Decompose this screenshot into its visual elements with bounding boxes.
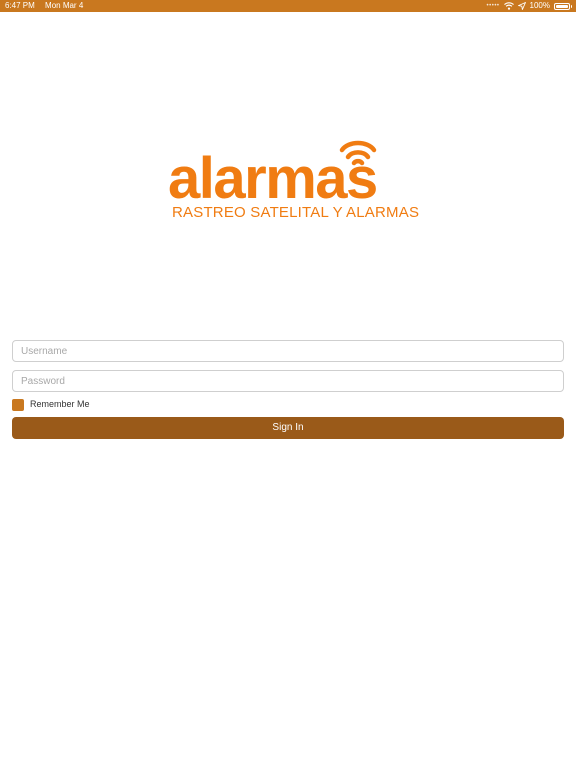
logo-wordmark: alarmas xyxy=(168,146,378,211)
status-time: 6:47 PM xyxy=(5,1,35,10)
username-input[interactable] xyxy=(12,340,564,362)
sign-in-button[interactable]: Sign In xyxy=(12,417,564,439)
battery-percent: 100% xyxy=(529,1,550,10)
battery-icon xyxy=(554,2,572,10)
remember-me-label[interactable]: Remember Me xyxy=(30,398,90,411)
password-input[interactable] xyxy=(12,370,564,392)
status-right: ••••• 100% xyxy=(486,0,572,12)
status-date: Mon Mar 4 xyxy=(45,1,84,10)
location-arrow-icon xyxy=(517,2,526,10)
status-bar: 6:47 PM Mon Mar 4 ••••• 100% xyxy=(0,0,576,12)
logo-tagline: RASTREO SATELITAL Y ALARMAS xyxy=(172,204,420,221)
brand-logo: alarmas RASTREO SATELITAL Y ALARMAS xyxy=(168,132,420,224)
remember-me-checkbox[interactable] xyxy=(12,398,24,411)
wifi-icon xyxy=(503,2,514,10)
remember-me-row[interactable]: Remember Me xyxy=(12,398,90,411)
status-left: 6:47 PM Mon Mar 4 xyxy=(5,0,91,12)
signal-dots: ••••• xyxy=(486,3,500,9)
battery-fill xyxy=(556,4,568,8)
